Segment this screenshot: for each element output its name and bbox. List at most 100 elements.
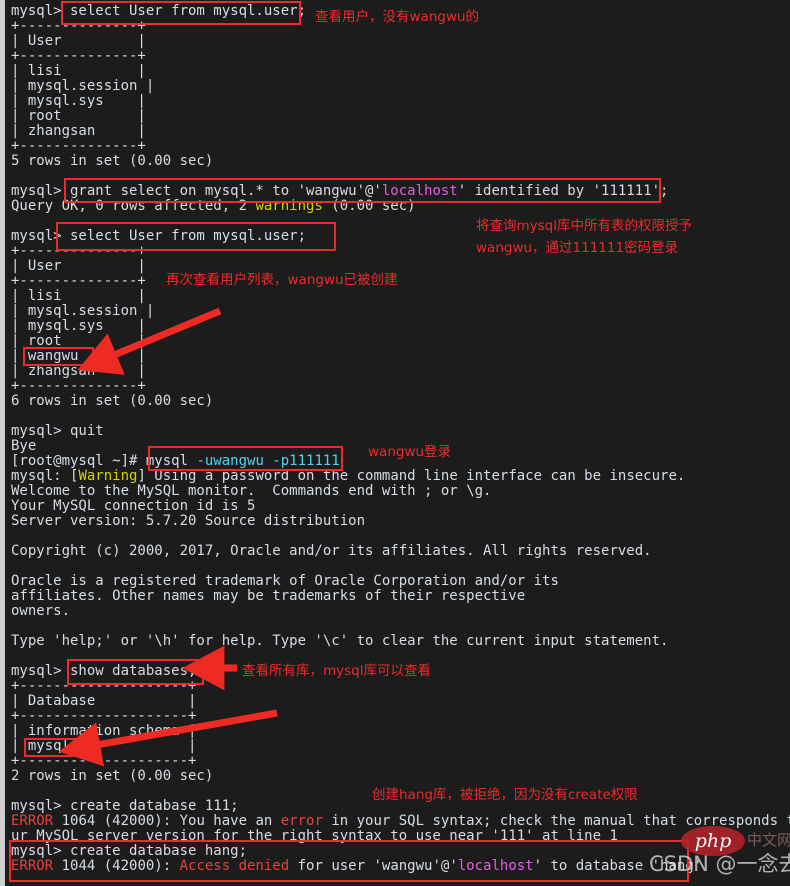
- terminal-text: Copyright (c) 2000, 2017, Oracle and/or …: [11, 543, 652, 559]
- terminal-text: 6 rows in set (0.00 sec): [11, 393, 214, 409]
- terminal-text: Your MySQL connection id is 5: [11, 498, 256, 514]
- terminal-line: | lisi |: [11, 64, 146, 79]
- terminal-line: | information_schema |: [11, 724, 196, 739]
- php-logo-watermark: php: [681, 826, 745, 856]
- terminal-line: ERROR 1044 (42000): Access denied for us…: [11, 859, 702, 874]
- terminal-line: +--------------------+: [11, 709, 196, 724]
- terminal-text: mysql> grant select on mysql.* to 'wangw…: [11, 183, 382, 199]
- terminal-text: +--------------+: [11, 138, 146, 154]
- terminal-line: 2 rows in set (0.00 sec): [11, 769, 213, 784]
- annotation-text: wangwu登录: [368, 444, 452, 460]
- terminal-text: ] Using a password on the command line i…: [137, 468, 686, 484]
- terminal-text: localhost: [457, 858, 534, 874]
- terminal-line: +--------------------+: [11, 754, 196, 769]
- terminal-text: +--------------------+: [11, 678, 197, 694]
- terminal-line: +--------------+: [11, 379, 146, 394]
- terminal-text: [root@mysql ~]# mysql: [11, 453, 197, 469]
- terminal-text: 5 rows in set (0.00 sec): [11, 153, 214, 169]
- annotation-text: 创建hang库，被拒绝，因为没有create权限: [372, 787, 638, 803]
- terminal-text: | User |: [11, 258, 146, 274]
- terminal-text: | mysql.session |: [11, 303, 155, 319]
- terminal-text: affiliates. Other names may be trademark…: [11, 588, 526, 604]
- annotation-text: 再次查看用户列表，wangwu已被创建: [166, 272, 398, 288]
- annotation-text: 将查询mysql库中所有表的权限授予: [476, 218, 692, 234]
- terminal-line: Bye: [11, 439, 36, 454]
- terminal-line: | root |: [11, 109, 146, 124]
- terminal-text: | wangwu |: [11, 348, 146, 364]
- terminal-line: [root@mysql ~]# mysql -uwangwu -p111111: [11, 454, 340, 469]
- terminal-line: owners.: [11, 604, 70, 619]
- terminal-text: +--------------+: [11, 48, 146, 64]
- terminal-line: affiliates. Other names may be trademark…: [11, 589, 525, 604]
- terminal-text: Type 'help;' or '\h' for help. Type '\c'…: [11, 633, 669, 649]
- terminal-text: | information_schema |: [11, 723, 197, 739]
- terminal-text: | lisi |: [11, 63, 146, 79]
- terminal-text: in your SQL syntax; check the manual tha…: [322, 813, 790, 829]
- terminal-line: Copyright (c) 2000, 2017, Oracle and/or …: [11, 544, 652, 559]
- terminal-text: | Database |: [11, 693, 197, 709]
- terminal-text: | lisi |: [11, 288, 146, 304]
- terminal-line: 6 rows in set (0.00 sec): [11, 394, 213, 409]
- terminal-text: +--------------+: [11, 18, 146, 34]
- terminal-line: mysql> create database hang;: [11, 844, 247, 859]
- terminal-text: mysql> create database hang;: [11, 843, 248, 859]
- terminal-line: Oracle is a registered trademark of Orac…: [11, 574, 559, 589]
- terminal-text: (0.00 sec): [322, 198, 416, 214]
- terminal-text: mysql: [: [11, 468, 79, 484]
- terminal-text: | root |: [11, 108, 146, 124]
- terminal-line: | mysql.sys |: [11, 319, 146, 334]
- terminal-text: Oracle is a registered trademark of Orac…: [11, 573, 559, 589]
- terminal-text: 1044 (42000):: [53, 858, 180, 874]
- terminal-line: | User |: [11, 34, 146, 49]
- terminal-line: ERROR 1064 (42000): You have an error in…: [11, 814, 790, 829]
- terminal-text: 2 rows in set (0.00 sec): [11, 768, 214, 784]
- terminal-line: | User |: [11, 259, 146, 274]
- terminal-text: +--------------------+: [11, 753, 197, 769]
- terminal-text: +--------------+: [11, 243, 146, 259]
- annotation-text: wangwu，通过111111密码登录: [476, 240, 679, 256]
- php-logo-text: php: [694, 830, 732, 852]
- terminal-text: | root |: [11, 333, 146, 349]
- terminal-text: error: [280, 813, 323, 829]
- terminal-text: ' to database 'hang': [533, 858, 703, 874]
- terminal-text: Access denied: [179, 858, 290, 874]
- terminal-text: +--------------+: [11, 378, 146, 394]
- terminal-line: mysql> show databases;: [11, 664, 196, 679]
- terminal-line: | wangwu |: [11, 349, 146, 364]
- terminal-line: Type 'help;' or '\h' for help. Type '\c'…: [11, 634, 668, 649]
- terminal-text: | mysql.session |: [11, 78, 155, 94]
- terminal-text: Server version: 5.7.20 Source distributi…: [11, 513, 366, 529]
- terminal-line: | lisi |: [11, 289, 146, 304]
- terminal-line: | zhangsan |: [11, 124, 146, 139]
- terminal-text: mysql> select User from mysql.user;: [11, 3, 307, 19]
- terminal-line: +--------------+: [11, 19, 146, 34]
- php-cn-watermark: 中文网: [747, 831, 790, 849]
- terminal-text: Query OK, 0 rows affected, 2: [11, 198, 256, 214]
- terminal-text: mysql> create database 111;: [11, 798, 239, 814]
- terminal-line: 5 rows in set (0.00 sec): [11, 154, 213, 169]
- terminal-line: | zhangsan |: [11, 364, 146, 379]
- terminal-line: Welcome to the MySQL monitor. Commands e…: [11, 484, 491, 499]
- terminal-text: 1064 (42000): You have an: [53, 813, 281, 829]
- terminal-line: | mysql |: [11, 739, 196, 754]
- terminal-text: ERROR: [11, 813, 54, 829]
- terminal-line: Server version: 5.7.20 Source distributi…: [11, 514, 365, 529]
- terminal-text: mysql> show databases;: [11, 663, 197, 679]
- terminal-line: ur MySQL server version for the right sy…: [11, 829, 618, 844]
- php-logo-ellipse: [681, 826, 745, 856]
- terminal-line: mysql> create database 111;: [11, 799, 239, 814]
- terminal-text: -uwangwu -p111111: [196, 453, 340, 469]
- terminal-text: | mysql.sys |: [11, 93, 146, 109]
- terminal-window[interactable]: mysql> select User from mysql.user; +----…: [0, 0, 790, 886]
- terminal-text: Warning: [78, 468, 138, 484]
- terminal-line: Your MySQL connection id is 5: [11, 499, 255, 514]
- terminal-text: Bye: [11, 438, 37, 454]
- terminal-line: mysql: [Warning] Using a password on the…: [11, 469, 685, 484]
- terminal-text: Welcome to the MySQL monitor. Commands e…: [11, 483, 492, 499]
- terminal-line: mysql> select User from mysql.user;: [11, 229, 306, 244]
- terminal-text: ' identified by '111111';: [457, 183, 669, 199]
- terminal-text: | zhangsan |: [11, 123, 146, 139]
- terminal-line: Query OK, 0 rows affected, 2 warnings (0…: [11, 199, 416, 214]
- terminal-line: | mysql.session |: [11, 79, 154, 94]
- terminal-text: for user 'wangwu'@': [289, 858, 458, 874]
